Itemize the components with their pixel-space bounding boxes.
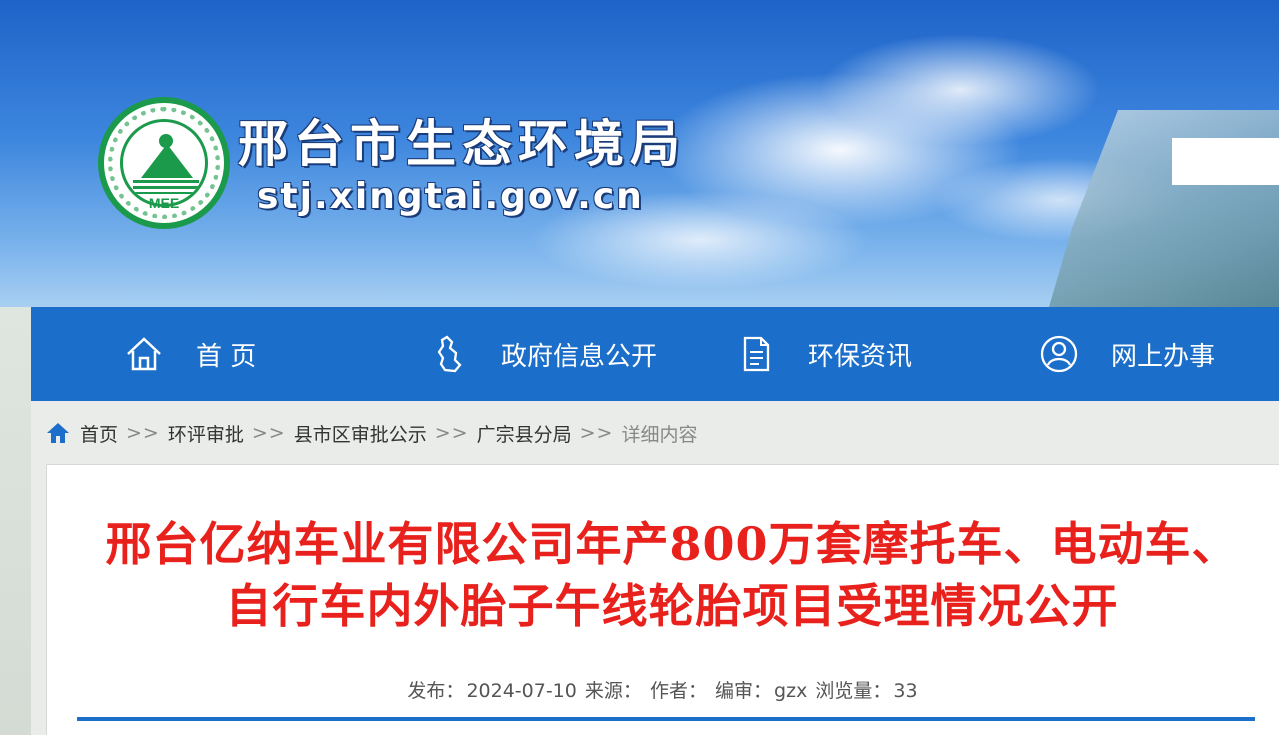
mee-emblem-icon[interactable]: MEE [98,97,230,229]
nav-label: 政府信息公开 [501,341,658,372]
article-card: 邢台亿纳车业有限公司年产800万套摩托车、电动车、自行车内外胎子午线轮胎项目受理… [46,464,1279,735]
province-map-icon [429,334,469,374]
editor-value: gzx [774,680,808,702]
nav-item-online-service[interactable]: 网上办事 [1039,307,1215,401]
breadcrumb-separator: >> [434,422,469,444]
breadcrumb-link-eia[interactable]: 环评审批 [168,420,244,447]
site-title[interactable]: 邢台市生态环境局 [238,104,686,176]
home-icon [47,423,69,443]
user-icon [1039,334,1079,374]
publish-date: 2024-07-10 [466,680,577,702]
publish-label: 发布： [407,680,465,702]
nav-label: 环保资讯 [808,341,913,372]
nav-item-home[interactable]: 首 页 [124,307,256,401]
left-background [0,307,31,735]
nav-item-env-news[interactable]: 环保资讯 [736,307,912,401]
banner-white-block [1172,138,1279,185]
breadcrumb-separator: >> [251,422,286,444]
breadcrumb-current: 详细内容 [621,423,698,446]
breadcrumb: 首页 >> 环评审批 >> 县市区审批公示 >> 广宗县分局 >> 详细内容 [46,417,697,449]
document-icon [736,334,776,374]
header-banner: MEE 邢台市生态环境局 stj.xingtai.gov.cn [0,0,1279,307]
breadcrumb-separator: >> [579,422,614,444]
nav-label: 首 页 [196,341,257,372]
author-label: 作者： [649,680,707,702]
title-divider [77,717,1255,721]
breadcrumb-link-guangzong[interactable]: 广宗县分局 [477,420,572,447]
home-icon [124,334,164,374]
editor-label: 编审： [715,680,773,702]
breadcrumb-link-home[interactable]: 首页 [80,420,118,447]
views-label: 浏览量： [815,680,892,702]
nav-item-gov-info[interactable]: 政府信息公开 [429,307,657,401]
nav-label: 网上办事 [1111,341,1216,372]
article-title: 邢台亿纳车业有限公司年产800万套摩托车、电动车、自行车内外胎子午线轮胎项目受理… [105,517,1239,633]
breadcrumb-link-county[interactable]: 县市区审批公示 [294,420,427,447]
source-label: 来源： [584,680,642,702]
site-domain: stj.xingtai.gov.cn [257,176,644,217]
views-count: 33 [893,680,918,702]
article-meta: 发布： 2024-07-10 来源： 作者： 编审： gzx 浏览量： 33 [47,676,1279,703]
logo-text: MEE [148,195,180,211]
breadcrumb-separator: >> [126,422,160,444]
main-nav: 首 页 政府信息公开 环保资讯 网上办事 [31,307,1279,401]
